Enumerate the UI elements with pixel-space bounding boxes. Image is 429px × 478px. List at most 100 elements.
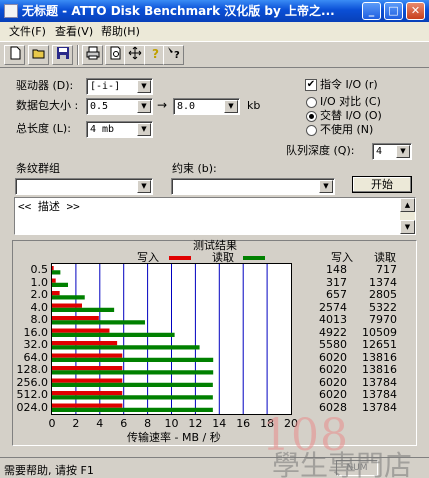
bar-read xyxy=(52,332,175,337)
drive-value: [-i-] xyxy=(90,81,121,92)
bar-write xyxy=(52,328,110,333)
x-tick-label: 14 xyxy=(212,417,227,430)
bar-write xyxy=(52,391,123,396)
constraint-select[interactable]: ▼ xyxy=(171,178,335,195)
legend-read-swatch xyxy=(243,256,265,260)
menu-bar: 文件(F) 查看(V) 帮助(H) xyxy=(0,22,429,41)
bar-write xyxy=(52,266,54,271)
transfer-to-value: 8.0 xyxy=(177,101,196,112)
watermark: 108 學生專門店 xyxy=(252,410,428,478)
bar-read xyxy=(52,370,214,375)
queue-depth-select[interactable]: 4 ▼ xyxy=(372,143,412,160)
arrow-right-icon: → xyxy=(157,98,168,112)
window-title: 无标题 - ATTO Disk Benchmark 汉化版 by 上帝之... xyxy=(22,4,335,18)
bar-write xyxy=(52,291,60,296)
title-bar[interactable]: 无标题 - ATTO Disk Benchmark 汉化版 by 上帝之... … xyxy=(0,0,429,22)
x-axis-title: 传输速率 - MB / 秒 xyxy=(127,431,221,444)
stripe-group-label: 条纹群组 xyxy=(16,162,60,175)
x-tick-label: 12 xyxy=(188,417,203,430)
move-icon[interactable] xyxy=(124,45,145,65)
bar-write xyxy=(52,353,123,358)
drive-label: 驱动器 (D): xyxy=(16,79,74,92)
constraint-label: 约束 (b): xyxy=(172,162,217,175)
transfer-unit: kb xyxy=(247,99,261,112)
x-tick-label: 6 xyxy=(120,417,128,430)
toolbar-separator xyxy=(77,45,79,65)
queue-depth-label: 队列深度 (Q): xyxy=(286,144,355,157)
chevron-down-icon[interactable]: ▼ xyxy=(137,80,151,93)
legend-write-swatch xyxy=(169,256,191,260)
bar-read xyxy=(52,320,145,325)
x-tick-label: 4 xyxy=(96,417,104,430)
print-icon[interactable] xyxy=(82,45,103,65)
watermark-text: 學生專門店 xyxy=(272,449,413,478)
scroll-up-icon[interactable]: ▲ xyxy=(400,198,415,212)
overlapped-io-radio[interactable] xyxy=(306,111,317,122)
print-preview-icon[interactable] xyxy=(105,45,126,65)
app-icon xyxy=(4,4,18,18)
neither-radio[interactable] xyxy=(306,125,317,136)
io-compare-radio[interactable] xyxy=(306,97,317,108)
bar-write xyxy=(52,278,56,283)
svg-text:?: ? xyxy=(174,50,180,60)
total-length-label: 总长度 (L): xyxy=(16,122,71,135)
x-tick-label: 10 xyxy=(164,417,179,430)
maximize-button[interactable]: □ xyxy=(384,2,403,20)
menu-help[interactable]: 帮助(H) xyxy=(98,24,143,39)
bar-read xyxy=(52,395,213,400)
description-text: << 描述 >> xyxy=(18,200,80,213)
chevron-down-icon[interactable]: ▼ xyxy=(137,123,151,136)
stripe-group-select[interactable]: ▼ xyxy=(15,178,153,195)
save-icon[interactable] xyxy=(52,45,73,65)
bar-read xyxy=(52,357,214,362)
close-button[interactable]: ✕ xyxy=(406,2,425,20)
chevron-down-icon[interactable]: ▼ xyxy=(396,145,410,158)
menu-file[interactable]: 文件(F) xyxy=(6,24,49,39)
throughput-chart-svg xyxy=(52,264,268,414)
transfer-to-select[interactable]: 8.0 ▼ xyxy=(173,98,240,115)
menu-view[interactable]: 查看(V) xyxy=(52,24,96,39)
total-length-select[interactable]: 4 mb ▼ xyxy=(86,121,153,138)
chevron-down-icon[interactable]: ▼ xyxy=(137,180,151,193)
toolbar: ? ? xyxy=(0,41,429,68)
bar-read xyxy=(52,307,115,312)
bar-write xyxy=(52,341,118,346)
bar-write xyxy=(52,316,99,321)
help-icon[interactable]: ? xyxy=(144,45,165,65)
queue-depth-value: 4 xyxy=(376,146,383,157)
new-icon[interactable] xyxy=(4,45,25,65)
context-help-icon[interactable]: ? xyxy=(163,45,184,65)
bar-read xyxy=(52,382,213,387)
transfer-from-select[interactable]: 0.5 ▼ xyxy=(86,98,153,115)
y-tick-label: 024.0 xyxy=(16,400,49,414)
description-textarea[interactable]: << 描述 >> ▲ ▼ xyxy=(14,197,416,235)
chevron-down-icon[interactable]: ▼ xyxy=(224,100,238,113)
bar-read xyxy=(52,295,85,300)
x-tick-label: 2 xyxy=(72,417,80,430)
svg-text:?: ? xyxy=(152,47,159,60)
chevron-down-icon[interactable]: ▼ xyxy=(319,180,333,193)
bar-write xyxy=(52,403,123,408)
transfer-size-label: 数据包大小 : xyxy=(16,99,79,112)
start-button[interactable]: 开始 xyxy=(352,176,412,193)
neither-label: 不使用 (N) xyxy=(320,123,374,136)
bar-write xyxy=(52,378,123,383)
description-scrollbar[interactable]: ▲ ▼ xyxy=(400,198,415,234)
bar-read xyxy=(52,345,200,350)
status-text: 需要帮助, 请按 F1 xyxy=(4,464,94,477)
overlapped-io-label: 交替 I/O (O) xyxy=(320,109,382,122)
direct-io-label: 指令 I/O (r) xyxy=(320,78,378,91)
throughput-chart xyxy=(51,263,292,415)
chevron-down-icon[interactable]: ▼ xyxy=(137,100,151,113)
open-icon[interactable] xyxy=(28,45,49,65)
x-tick-label: 8 xyxy=(144,417,152,430)
minimize-button[interactable]: _ xyxy=(362,2,381,20)
drive-select[interactable]: [-i-] ▼ xyxy=(86,78,153,95)
direct-io-checkbox[interactable]: ✔ xyxy=(305,79,317,91)
bar-read xyxy=(52,270,61,275)
bar-write xyxy=(52,366,123,371)
x-tick-label: 16 xyxy=(236,417,251,430)
scroll-down-icon[interactable]: ▼ xyxy=(400,220,415,234)
io-compare-label: I/O 对比 (C) xyxy=(320,95,381,108)
transfer-from-value: 0.5 xyxy=(90,101,109,112)
